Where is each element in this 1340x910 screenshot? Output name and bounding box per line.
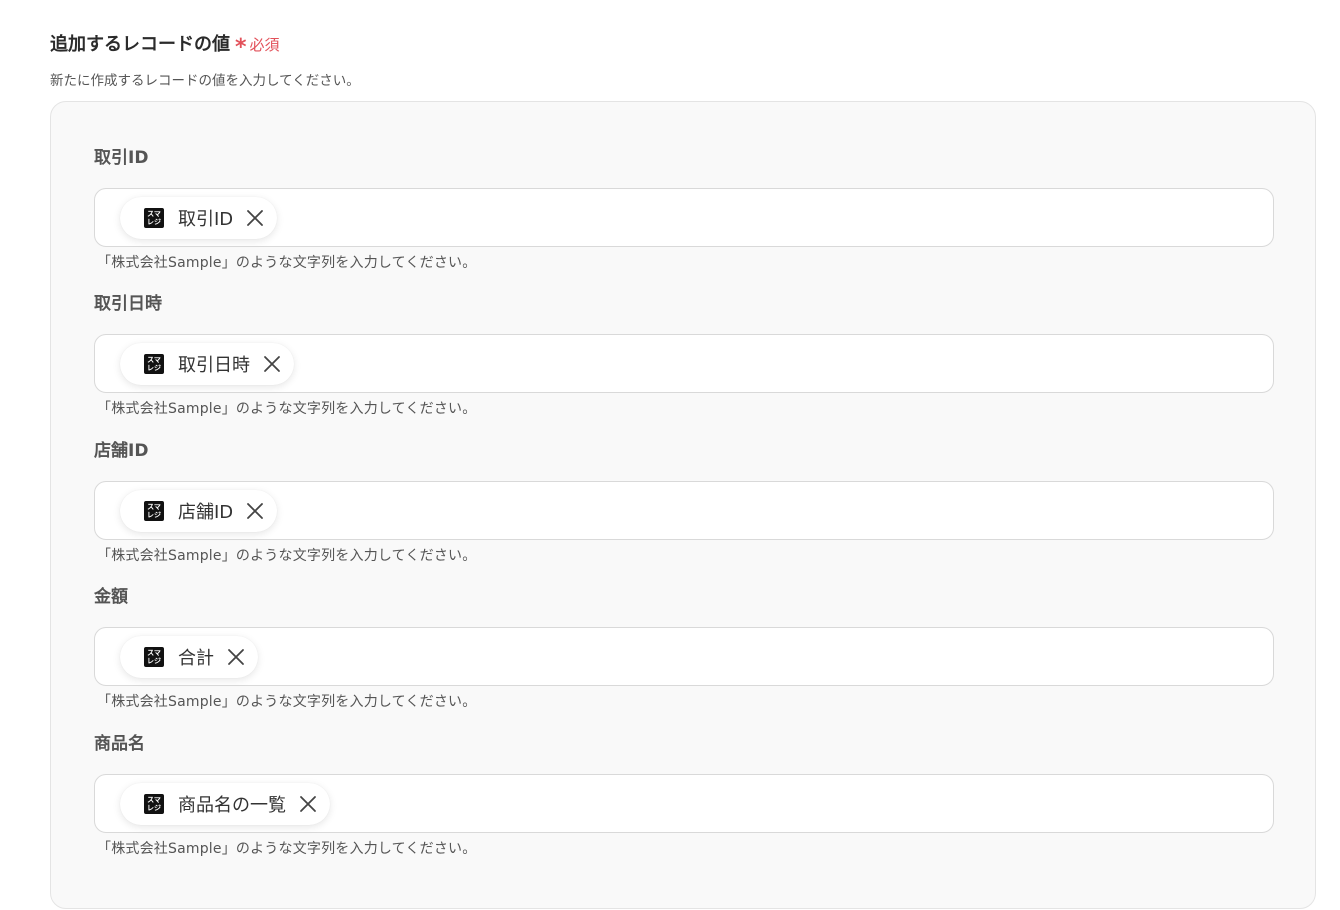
chip-label: 商品名の一覧 — [178, 795, 286, 816]
smaregi-app-icon: スマレジ — [144, 501, 164, 521]
app-icon-text: スマレジ — [147, 503, 161, 519]
amount-input[interactable]: スマレジ 合計 — [94, 627, 1274, 686]
close-icon[interactable] — [226, 647, 246, 667]
close-icon[interactable] — [245, 208, 265, 228]
section-description: 新たに作成するレコードの値を入力してください。 — [50, 73, 360, 89]
chip-label: 取引日時 — [178, 355, 250, 376]
transaction-id-input[interactable]: スマレジ 取引ID — [94, 188, 1274, 247]
app-icon-text: スマレジ — [147, 210, 161, 226]
variable-chip[interactable]: スマレジ 商品名の一覧 — [120, 783, 330, 825]
field-transaction-id: 取引ID スマレジ 取引ID 「株式会社Sample」のような文字列を入力してく… — [94, 145, 1274, 272]
close-icon[interactable] — [245, 501, 265, 521]
variable-chip[interactable]: スマレジ 店舗ID — [120, 490, 278, 532]
field-label: 取引ID — [94, 148, 149, 168]
smaregi-app-icon: スマレジ — [144, 647, 164, 667]
chip-label: 合計 — [178, 648, 214, 669]
required-star: * — [235, 35, 247, 60]
chip-label: 取引ID — [178, 209, 234, 230]
app-icon-text: スマレジ — [147, 796, 161, 812]
smaregi-app-icon: スマレジ — [144, 208, 164, 228]
field-hint: 「株式会社Sample」のような文字列を入力してください。 — [97, 401, 477, 417]
close-icon[interactable] — [298, 794, 318, 814]
chip-label: 店舗ID — [178, 502, 234, 523]
field-label: 取引日時 — [94, 294, 162, 314]
store-id-input[interactable]: スマレジ 店舗ID — [94, 481, 1274, 540]
fields-panel: 取引ID スマレジ 取引ID 「株式会社Sample」のような文字列を入力してく… — [50, 101, 1316, 909]
smaregi-app-icon: スマレジ — [144, 794, 164, 814]
field-hint: 「株式会社Sample」のような文字列を入力してください。 — [97, 255, 477, 271]
field-label: 商品名 — [94, 734, 145, 754]
app-icon-text: スマレジ — [147, 649, 161, 665]
product-name-input[interactable]: スマレジ 商品名の一覧 — [94, 774, 1274, 833]
section-header: 追加するレコードの値 * 必須 — [50, 30, 280, 60]
field-label: 金額 — [94, 587, 128, 607]
transaction-datetime-input[interactable]: スマレジ 取引日時 — [94, 334, 1274, 393]
field-hint: 「株式会社Sample」のような文字列を入力してください。 — [97, 694, 477, 710]
field-product-name: 商品名 スマレジ 商品名の一覧 「株式会社Sample」のような文字列を入力して… — [94, 731, 1274, 858]
field-store-id: 店舗ID スマレジ 店舗ID 「株式会社Sample」のような文字列を入力してく… — [94, 438, 1274, 565]
field-hint: 「株式会社Sample」のような文字列を入力してください。 — [97, 548, 477, 564]
app-icon-text: スマレジ — [147, 356, 161, 372]
field-amount: 金額 スマレジ 合計 「株式会社Sample」のような文字列を入力してください。 — [94, 584, 1274, 711]
field-hint: 「株式会社Sample」のような文字列を入力してください。 — [97, 841, 477, 857]
variable-chip[interactable]: スマレジ 取引ID — [120, 197, 278, 239]
field-label: 店舗ID — [94, 441, 149, 461]
variable-chip[interactable]: スマレジ 取引日時 — [120, 343, 294, 385]
close-icon[interactable] — [262, 354, 282, 374]
variable-chip[interactable]: スマレジ 合計 — [120, 636, 258, 678]
record-values-form: 追加するレコードの値 * 必須 新たに作成するレコードの値を入力してください。 … — [0, 0, 1340, 910]
section-title: 追加するレコードの値 — [50, 34, 230, 55]
required-label: 必須 — [249, 36, 280, 54]
smaregi-app-icon: スマレジ — [144, 354, 164, 374]
field-transaction-datetime: 取引日時 スマレジ 取引日時 「株式会社Sample」のような文字列を入力してく… — [94, 291, 1274, 418]
